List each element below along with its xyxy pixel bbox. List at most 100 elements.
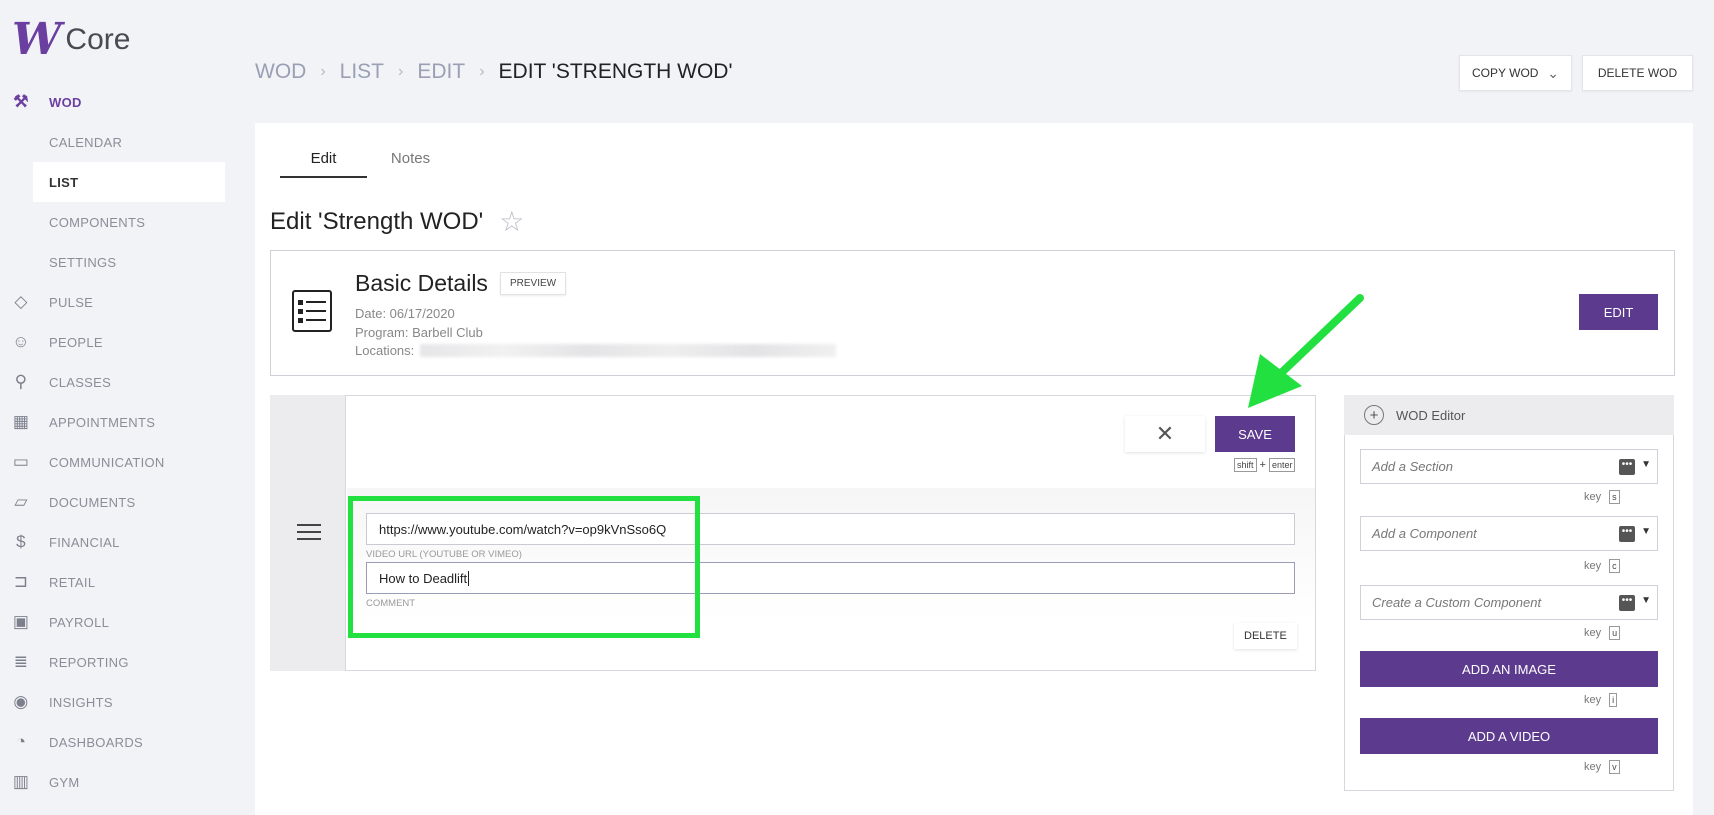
key-hint-video: key v bbox=[1584, 760, 1620, 774]
sidebar-item-label: DASHBOARDS bbox=[49, 734, 144, 750]
sidebar-item-dashboards[interactable]: ◔ DASHBOARDS bbox=[0, 722, 226, 762]
caret-down-icon: ▼ bbox=[1641, 459, 1651, 470]
sidebar-item-classes[interactable]: ⚲ CLASSES bbox=[0, 362, 226, 402]
preview-button[interactable]: PREVIEW bbox=[500, 272, 567, 295]
breadcrumb-current: EDIT 'STRENGTH WOD' bbox=[498, 60, 733, 83]
details-locations-label: Locations: bbox=[355, 343, 415, 358]
sidebar-item-label: LIST bbox=[49, 174, 79, 190]
drag-handle-icon[interactable] bbox=[297, 524, 321, 545]
tab-bar: Edit Notes bbox=[280, 140, 454, 178]
sidebar-item-label: RETAIL bbox=[49, 574, 96, 590]
breadcrumb-wod[interactable]: WOD bbox=[255, 60, 306, 84]
edit-details-button[interactable]: EDIT bbox=[1579, 294, 1658, 330]
sidebar-item-label: FINANCIAL bbox=[49, 534, 120, 550]
key-s: s bbox=[1609, 490, 1620, 504]
sidebar-item-label: CLASSES bbox=[49, 374, 112, 390]
delete-wod-button[interactable]: DELETE WOD bbox=[1582, 55, 1693, 91]
more-icon: ••• bbox=[1619, 595, 1635, 611]
add-section-placeholder: Add a Section bbox=[1372, 459, 1453, 474]
sidebar-item-insights[interactable]: ◉ INSIGHTS bbox=[0, 682, 226, 722]
key-hint-custom: key u bbox=[1584, 626, 1621, 640]
logo-mark: W bbox=[12, 14, 62, 65]
plus-sign: + bbox=[1259, 459, 1266, 471]
dumbbell-icon: ⚒ bbox=[13, 92, 29, 111]
details-program: Program: Barbell Club bbox=[355, 325, 483, 340]
classes-icon: ⚲ bbox=[14, 372, 28, 391]
key-c: c bbox=[1609, 559, 1620, 573]
wod-editor-header: + WOD Editor bbox=[1344, 395, 1674, 435]
key-label: key bbox=[1584, 560, 1602, 572]
sidebar-item-label: INSIGHTS bbox=[49, 694, 113, 710]
cart-icon: ⊐ bbox=[13, 572, 29, 591]
sidebar-item-retail[interactable]: ⊐ RETAIL bbox=[0, 562, 226, 602]
sidebar-item-settings[interactable]: SETTINGS bbox=[0, 242, 226, 282]
sidebar-item-wod[interactable]: ⚒ WOD bbox=[0, 82, 226, 122]
page-title: Edit 'Strength WOD' bbox=[270, 207, 484, 235]
sidebar-item-payroll[interactable]: ▣ PAYROLL bbox=[0, 602, 226, 642]
add-video-button[interactable]: ADD A VIDEO bbox=[1360, 718, 1658, 754]
close-button[interactable]: ✕ bbox=[1125, 416, 1205, 452]
payroll-icon: ▣ bbox=[12, 612, 30, 631]
report-icon: ≣ bbox=[13, 652, 29, 671]
basic-details-panel bbox=[270, 250, 1675, 376]
sidebar-item-appointments[interactable]: ▦ APPOINTMENTS bbox=[0, 402, 226, 442]
delete-component-button[interactable]: DELETE bbox=[1234, 623, 1297, 649]
sidebar-item-label: COMPONENTS bbox=[49, 214, 146, 230]
sidebar-item-gym[interactable]: ▥ GYM bbox=[0, 762, 226, 802]
add-component-placeholder: Add a Component bbox=[1372, 526, 1477, 541]
logo-text: Core bbox=[65, 23, 131, 56]
add-section-select[interactable]: Add a Section ••• ▼ bbox=[1360, 449, 1658, 484]
key-hint-section: key s bbox=[1584, 490, 1620, 504]
copy-wod-button[interactable]: COPY WOD ⌄ bbox=[1459, 55, 1572, 91]
eye-icon: ◉ bbox=[13, 692, 29, 711]
star-icon[interactable]: ☆ bbox=[499, 205, 524, 238]
sidebar-item-pulse[interactable]: ◇ PULSE bbox=[0, 282, 226, 322]
sidebar-item-components[interactable]: COMPONENTS bbox=[0, 202, 226, 242]
sidebar-item-label: APPOINTMENTS bbox=[49, 414, 156, 430]
enter-key: enter bbox=[1268, 458, 1296, 472]
save-shortcut-hint: shift + enter bbox=[1234, 458, 1296, 472]
sidebar-item-calendar[interactable]: CALENDAR bbox=[0, 122, 226, 162]
calendar-icon: ▦ bbox=[12, 412, 30, 431]
sidebar-item-label: COMMUNICATION bbox=[49, 454, 165, 470]
wod-editor-title: WOD Editor bbox=[1396, 407, 1466, 423]
key-label: key bbox=[1584, 491, 1602, 503]
copy-wod-label: COPY WOD bbox=[1472, 66, 1539, 80]
breadcrumb-list[interactable]: LIST bbox=[340, 60, 384, 84]
caret-down-icon: ▼ bbox=[1641, 595, 1651, 606]
sidebar-item-documents[interactable]: ▱ DOCUMENTS bbox=[0, 482, 226, 522]
close-icon: ✕ bbox=[1155, 421, 1175, 446]
key-i: i bbox=[1609, 693, 1618, 707]
sidebar-item-communication[interactable]: ▭ COMMUNICATION bbox=[0, 442, 226, 482]
add-image-button[interactable]: ADD AN IMAGE bbox=[1360, 651, 1658, 687]
sidebar-item-financial[interactable]: $ FINANCIAL bbox=[0, 522, 226, 562]
tab-notes[interactable]: Notes bbox=[367, 140, 454, 178]
highlight-box-annotation bbox=[348, 496, 700, 638]
sidebar-item-label: GYM bbox=[49, 774, 80, 790]
sidebar-item-label: DOCUMENTS bbox=[49, 494, 136, 510]
key-hint-image: key i bbox=[1584, 693, 1618, 707]
add-component-select[interactable]: Add a Component ••• ▼ bbox=[1360, 516, 1658, 551]
sidebar-item-reporting[interactable]: ≣ REPORTING bbox=[0, 642, 226, 682]
gauge-icon: ◔ bbox=[15, 732, 27, 751]
breadcrumb-edit[interactable]: EDIT bbox=[417, 60, 465, 84]
sidebar-item-label: PULSE bbox=[49, 294, 94, 310]
sidebar-item-label: CALENDAR bbox=[49, 134, 123, 150]
chevron-right-icon: › bbox=[479, 63, 485, 80]
dollar-icon: $ bbox=[16, 532, 26, 551]
custom-component-select[interactable]: Create a Custom Component ••• ▼ bbox=[1360, 585, 1658, 620]
sidebar-item-label: WOD bbox=[49, 94, 82, 110]
building-icon: ▥ bbox=[12, 772, 30, 791]
chat-icon: ▭ bbox=[12, 452, 30, 471]
sidebar-item-list[interactable]: LIST bbox=[33, 162, 225, 202]
sidebar-item-people[interactable]: ☺ PEOPLE bbox=[0, 322, 226, 362]
save-button[interactable]: SAVE bbox=[1215, 416, 1295, 452]
tab-edit[interactable]: Edit bbox=[280, 140, 367, 178]
key-hint-component: key c bbox=[1584, 559, 1620, 573]
app-logo[interactable]: W Core bbox=[12, 18, 130, 62]
more-icon: ••• bbox=[1619, 526, 1635, 542]
sidebar-item-label: REPORTING bbox=[49, 654, 129, 670]
key-label: key bbox=[1584, 694, 1602, 706]
people-icon: ☺ bbox=[12, 332, 30, 351]
plus-circle-icon[interactable]: + bbox=[1364, 405, 1384, 425]
